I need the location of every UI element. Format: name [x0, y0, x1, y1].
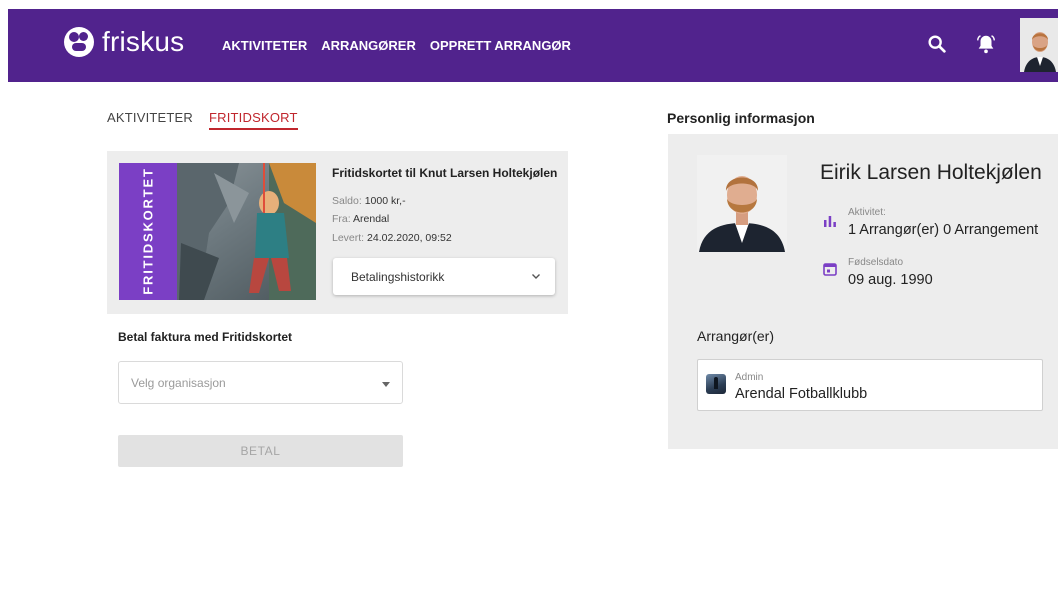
pay-button[interactable]: BETAL — [118, 435, 403, 467]
avatar-photo-icon — [1020, 18, 1058, 72]
birthdate-label: Fødselsdato — [848, 257, 904, 268]
payment-history-label: Betalingshistorikk — [351, 270, 445, 284]
levert-label: Levert: — [332, 232, 365, 244]
logo-mark-icon — [64, 27, 94, 57]
tab-aktiviteter[interactable]: AKTIVITETER — [107, 110, 193, 130]
top-navbar: friskus AKTIVITETER ARRANGØRER OPPRETT A… — [8, 9, 1058, 82]
organization-select-placeholder: Velg organisasjon — [131, 376, 226, 390]
organizer-photo-icon — [714, 377, 718, 389]
calendar-icon — [823, 263, 837, 276]
levert-value: 24.02.2020, 09:52 — [367, 232, 452, 244]
fra-value: Arendal — [353, 213, 390, 225]
chevron-down-icon — [532, 274, 540, 279]
saldo-row: Saldo: 1000 kr,- — [332, 195, 406, 207]
organizer-thumbnail — [706, 374, 726, 394]
organizer-name: Arendal Fotballklubb — [735, 386, 868, 402]
card-image: FRITIDSKORTET — [119, 163, 316, 300]
fra-row: Fra: Arendal — [332, 213, 389, 225]
organizers-title: Arrangør(er) — [697, 328, 775, 344]
pay-section-title: Betal faktura med Fritidskortet — [118, 330, 293, 344]
saldo-label: Saldo: — [332, 195, 362, 207]
levert-row: Levert: 24.02.2020, 09:52 — [332, 232, 452, 244]
birthdate-value: 09 aug. 1990 — [848, 272, 933, 288]
profile-photo — [697, 155, 787, 252]
main-nav: AKTIVITETER ARRANGØRER OPPRETT ARRANGØR — [222, 38, 571, 53]
activity-value: 1 Arrangør(er) 0 Arrangement — [848, 222, 1039, 238]
friskus-logo[interactable]: friskus — [64, 26, 184, 58]
ribbon-text: FRITIDSKORTET — [140, 167, 156, 295]
fra-label: Fra: — [332, 213, 351, 225]
organization-select[interactable]: Velg organisasjon — [118, 361, 403, 404]
profile-name: Eirik Larsen Holtekjølen — [820, 161, 1042, 184]
personal-info-panel: Eirik Larsen Holtekjølen Aktivitet: 1 Ar… — [668, 134, 1058, 449]
search-icon[interactable] — [926, 33, 948, 55]
nav-arrangorer[interactable]: ARRANGØRER — [321, 38, 416, 53]
user-avatar[interactable] — [1020, 18, 1058, 72]
personal-info-title: Personlig informasjon — [667, 110, 815, 126]
organizer-role: Admin — [735, 372, 764, 383]
tab-fritidskort[interactable]: FRITIDSKORT — [209, 110, 298, 130]
saldo-value: 1000 kr,- — [364, 195, 406, 207]
profile-tabs: AKTIVITETER FRITIDSKORT — [107, 110, 298, 130]
nav-aktiviteter[interactable]: AKTIVITETER — [222, 38, 307, 53]
payment-history-dropdown[interactable]: Betalingshistorikk — [333, 258, 555, 295]
logo-text: friskus — [102, 26, 185, 57]
activity-label: Aktivitet: — [848, 207, 886, 218]
organizer-card[interactable]: Admin Arendal Fotballklubb — [697, 359, 1043, 411]
fritidskort-ribbon: FRITIDSKORTET — [119, 163, 177, 300]
bar-chart-icon — [824, 216, 836, 227]
caret-down-icon — [382, 382, 390, 387]
bell-icon[interactable] — [975, 33, 997, 55]
card-title: Fritidskortet til Knut Larsen Holtekjøle… — [332, 166, 558, 180]
profile-photo-icon — [697, 155, 787, 252]
nav-opprett-arrangor[interactable]: OPPRETT ARRANGØR — [430, 38, 571, 53]
fritidskort-card: FRITIDSKORTET Fritidskortet til Knut Lar… — [107, 151, 568, 314]
